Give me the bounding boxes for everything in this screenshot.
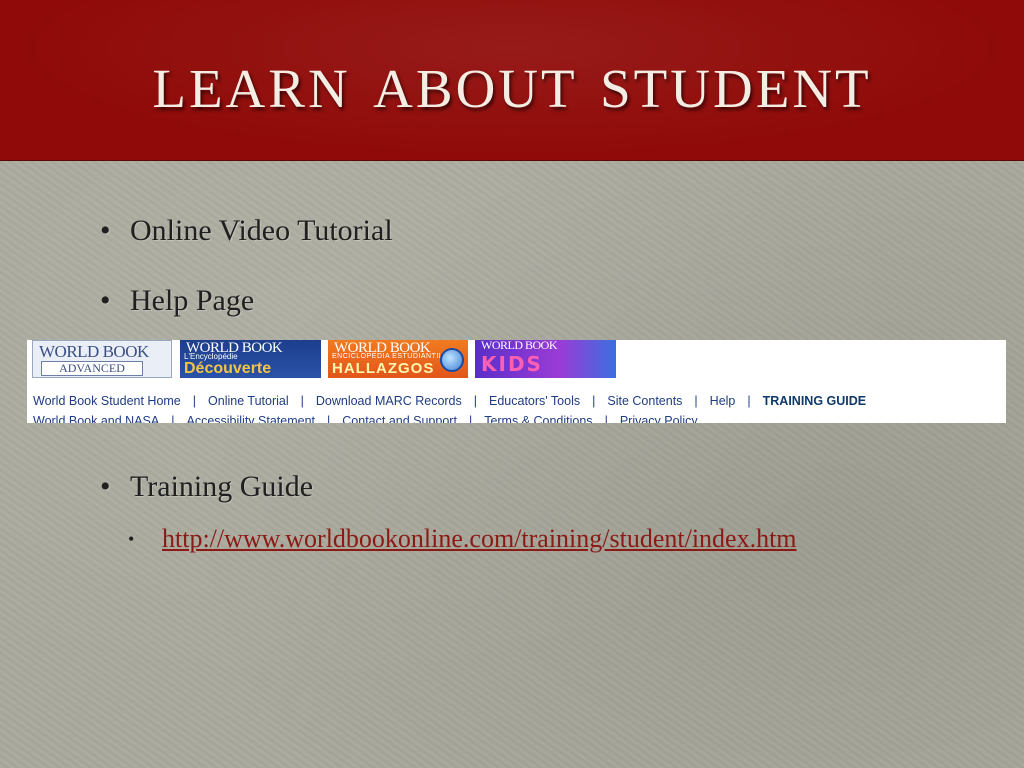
nav-link-download-marc[interactable]: Download MARC Records [316,394,462,408]
globe-icon [440,348,464,372]
bullet-marker: • [100,214,111,247]
logo-brand: WORLD BOOK [39,342,149,361]
training-guide-link[interactable]: http://www.worldbookonline.com/training/… [162,520,942,558]
logo-label: ADVANCED [41,361,143,376]
nav-link-terms[interactable]: Terms & Conditions [484,414,592,423]
nav-row-1: World Book Student Home | Online Tutorial |… [33,394,866,408]
logo-world-book-advanced[interactable]: WORLD BOOK ADVANCED [32,340,172,378]
nav-separator: | [327,414,331,423]
nav-separator: | [747,394,751,408]
nav-separator: | [694,394,698,408]
help-page-screenshot: WORLD BOOK ADVANCED WORLD BOOK L'Encyclo… [27,340,1006,423]
nav-separator: | [300,394,304,408]
nav-link-educators-tools[interactable]: Educators' Tools [489,394,580,408]
logo-world-book-kids[interactable]: WORLD BOOK KIDS [475,340,616,378]
logo-world-book-hallazgos[interactable]: WORLD BOOK ENCICLOPEDIA ESTUDIANTIL HALL… [328,340,468,378]
bullet-marker: • [100,470,111,503]
nav-row-2: World Book and NASA | Accessibility Statem… [33,414,698,423]
bullet-text: Help Page [130,284,255,317]
logo-label: Découverte [184,360,272,377]
nav-link-site-contents[interactable]: Site Contents [607,394,682,408]
logo-world-book-decouverte[interactable]: WORLD BOOK L'Encyclopédie Découverte [180,340,321,378]
nav-separator: | [468,414,473,423]
bullet-online-video-tutorial: • Online Video Tutorial [100,214,393,248]
nav-link-online-tutorial[interactable]: Online Tutorial [208,394,289,408]
nav-separator: | [592,394,596,408]
nav-link-help[interactable]: Help [710,394,736,408]
nav-link-training-guide[interactable]: TRAINING GUIDE [763,394,866,408]
nav-separator: | [604,414,608,423]
nav-separator: | [171,414,175,423]
sub-bullet-marker: • [128,529,135,549]
nav-link-world-book-nasa[interactable]: World Book and NASA [33,414,159,423]
nav-separator: | [473,394,478,408]
logo-small-text: ENCICLOPEDIA ESTUDIANTIL [332,353,444,360]
slide-title: Learn About Student [152,37,872,124]
nav-link-contact-support[interactable]: Contact and Support [342,414,457,423]
nav-separator: | [192,394,197,408]
nav-link-accessibility[interactable]: Accessibility Statement [186,414,315,423]
logo-label: HALLAZGOS [332,360,435,377]
bullet-text: Online Video Tutorial [130,214,393,247]
title-bar: Learn About Student [0,0,1024,161]
nav-link-student-home[interactable]: World Book Student Home [33,394,181,408]
nav-link-privacy[interactable]: Privacy Policy [620,414,698,423]
bullet-training-guide: • Training Guide [100,470,313,504]
bullet-marker: • [100,284,111,317]
bullet-help-page: • Help Page [100,284,254,318]
bullet-text: Training Guide [130,470,314,503]
logo-label: KIDS [481,352,543,376]
